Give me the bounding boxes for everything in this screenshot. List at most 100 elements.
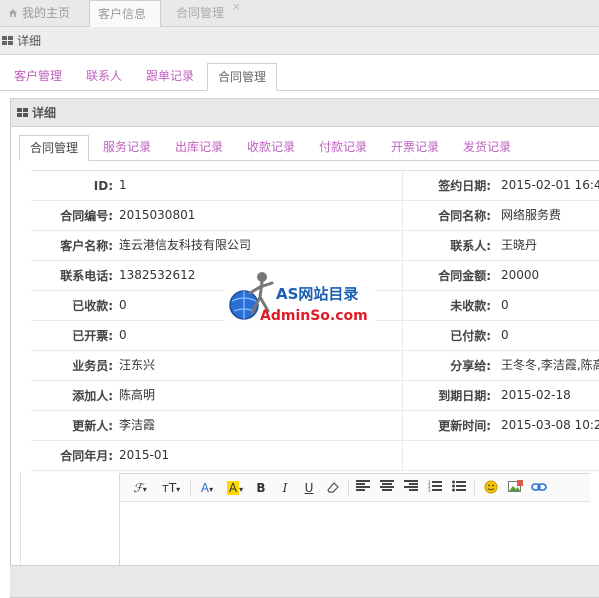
inner-panel-title: 详细: [32, 106, 57, 120]
remark-editor: ℱ▾ тT▾ A▾ A ▾ B I U 123: [20, 472, 590, 568]
unordered-list-icon: [452, 480, 466, 492]
field-label: 合同编号:: [60, 209, 113, 223]
tab-invoice-records[interactable]: 开票记录: [381, 135, 449, 161]
watermark-logo: AS网站目录 AdminSo.com: [224, 267, 376, 331]
smiley-icon: [484, 480, 498, 494]
field-value: 连云港信友科技有限公司: [119, 238, 252, 252]
align-right-button[interactable]: [402, 478, 420, 498]
field-label: 签约日期:: [438, 179, 491, 193]
bottom-toolbar: [10, 565, 599, 597]
field-label: 分享给:: [450, 359, 491, 373]
underline-button[interactable]: U: [300, 478, 318, 498]
align-center-button[interactable]: [378, 478, 396, 498]
field-value: 20000: [501, 268, 540, 282]
outer-tab-bar: 客户管理 联系人 跟单记录 合同管理: [0, 55, 599, 91]
field-label: 已收款:: [72, 299, 113, 313]
field-value: 王冬冬,李洁霞,陈高明: [501, 358, 599, 372]
ordered-list-icon: 123: [428, 480, 442, 493]
highlight-button[interactable]: A ▾: [224, 478, 246, 498]
tab-contract-detail[interactable]: 合同管理: [19, 135, 89, 161]
field-value: 2015-01: [119, 448, 170, 462]
tab-payment-records[interactable]: 付款记录: [309, 135, 377, 161]
grid-icon: [17, 108, 28, 117]
field-value: 李洁霞: [119, 418, 156, 432]
watermark-line1: AS网站目录: [276, 285, 359, 303]
field-value: 2015030801: [119, 208, 196, 222]
form-row: ID: 1 签约日期: 2015-02-01 16:44: [31, 171, 599, 201]
field-value: 0: [501, 298, 509, 312]
unordered-list-button[interactable]: [450, 478, 468, 498]
field-label: [401, 441, 491, 471]
rich-text-editor[interactable]: ℱ▾ тT▾ A▾ A ▾ B I U 123: [119, 473, 590, 567]
tab-outbound-records[interactable]: 出库记录: [165, 135, 233, 161]
tab-home[interactable]: 我的主页: [0, 0, 80, 27]
inner-panel-header: 详细: [11, 99, 599, 127]
font-color-button[interactable]: A▾: [196, 478, 218, 498]
tab-customer-info[interactable]: 客户信息: [89, 0, 161, 27]
image-icon: [507, 480, 523, 492]
highlight-icon: A: [226, 481, 240, 495]
tab-contract-management-label: 合同管理: [176, 6, 225, 20]
align-right-icon: [404, 480, 418, 491]
field-label: 联系人:: [450, 239, 491, 253]
font-family-icon: ℱ: [133, 481, 143, 495]
form-row: 更新人: 李洁霞 更新时间: 2015-03-08 10:22: [31, 411, 599, 441]
field-label: ID:: [93, 179, 113, 193]
grid-icon: [2, 36, 13, 45]
emoticon-button[interactable]: [482, 478, 500, 498]
svg-text:3: 3: [428, 488, 431, 492]
tab-service-records[interactable]: 服务记录: [93, 135, 161, 161]
tab-contacts[interactable]: 联系人: [76, 63, 132, 91]
watermark-line2: AdminSo.com: [260, 308, 368, 324]
font-color-icon: A: [200, 481, 210, 495]
insert-link-button[interactable]: [530, 478, 548, 498]
home-icon: [9, 9, 17, 17]
field-label: 更新时间:: [438, 419, 491, 433]
tab-customer-management[interactable]: 客户管理: [4, 63, 72, 91]
form-row: 合同年月: 2015-01: [31, 441, 599, 471]
italic-button[interactable]: I: [276, 478, 294, 498]
font-family-button[interactable]: ℱ▾: [128, 478, 152, 498]
font-size-icon: тT: [161, 481, 177, 495]
dropdown-arrow-icon: ▾: [176, 485, 181, 494]
tab-follow-up[interactable]: 跟单记录: [136, 63, 204, 91]
tab-customer-info-label: 客户信息: [98, 7, 147, 21]
editor-toolbar: ℱ▾ тT▾ A▾ A ▾ B I U 123: [120, 474, 590, 502]
field-label: 合同金额:: [438, 269, 491, 283]
field-label: 添加人:: [72, 389, 113, 403]
form-row: 业务员: 汪东兴 分享给: 王冬冬,李洁霞,陈高明: [31, 351, 599, 381]
tab-shipping-records[interactable]: 发货记录: [453, 135, 521, 161]
outer-panel-header: 详细: [0, 27, 599, 55]
form-row: 客户名称: 连云港信友科技有限公司 联系人: 王晓丹: [31, 231, 599, 261]
field-value: 陈高明: [119, 388, 156, 402]
field-value: 2015-03-08 10:22: [501, 418, 599, 432]
insert-image-button[interactable]: [506, 478, 524, 498]
align-left-button[interactable]: [354, 478, 372, 498]
field-label: 到期日期:: [438, 389, 491, 403]
field-value: [501, 441, 599, 471]
field-label: 合同名称:: [438, 209, 491, 223]
align-center-icon: [380, 480, 394, 491]
field-value: 王晓丹: [501, 238, 538, 252]
bold-button[interactable]: B: [252, 478, 270, 498]
field-label: 未收款:: [450, 299, 491, 313]
align-left-icon: [356, 480, 370, 491]
tab-receipt-records[interactable]: 收款记录: [237, 135, 305, 161]
tab-home-label: 我的主页: [22, 6, 71, 20]
field-label: 客户名称:: [60, 239, 113, 253]
ordered-list-button[interactable]: 123: [426, 478, 444, 498]
field-value: 0: [501, 328, 509, 342]
close-icon[interactable]: ×: [232, 0, 241, 20]
field-label: 业务员:: [72, 359, 113, 373]
dropdown-arrow-icon: ▾: [209, 485, 214, 494]
font-size-button[interactable]: тT▾: [158, 478, 184, 498]
dropdown-arrow-icon: ▾: [239, 485, 244, 494]
field-value: 汪东兴: [119, 358, 156, 372]
tab-contract[interactable]: 合同管理: [207, 63, 277, 91]
tab-contract-management[interactable]: 合同管理 ×: [168, 0, 242, 27]
clear-format-button[interactable]: [324, 478, 342, 498]
field-value: 2015-02-18: [501, 388, 571, 402]
eraser-icon: [327, 482, 339, 493]
field-label: 联系电话:: [60, 269, 113, 283]
inner-tab-bar: 合同管理 服务记录 出库记录 收款记录 付款记录 开票记录 发货记录: [19, 135, 599, 161]
